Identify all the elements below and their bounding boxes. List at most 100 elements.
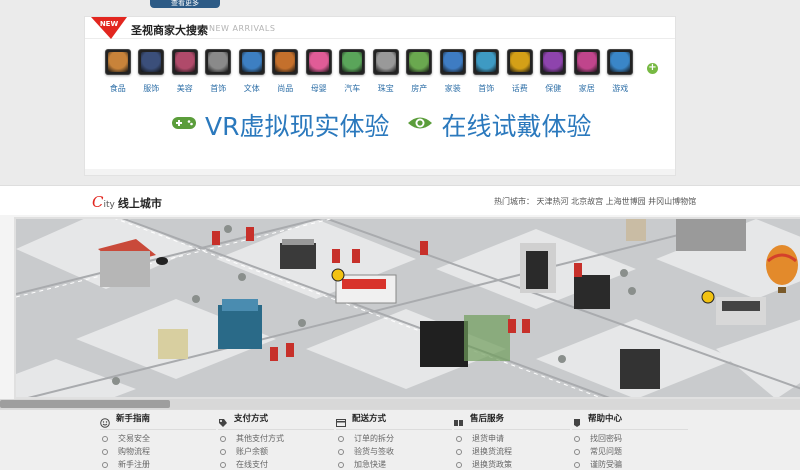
help-column-title: 帮助中心 [588,413,623,424]
globe-icon [473,49,500,75]
help-link[interactable]: 在线支付 [218,458,334,470]
help-link-label: 其他支付方式 [236,434,284,443]
help-link-label: 常见问题 [590,447,622,456]
jewelry-icon [205,49,232,75]
try-on-link[interactable]: 在线试戴体验 [407,107,592,143]
bullet-icon [220,448,226,455]
help-link-label: 退货申请 [472,434,504,443]
card-icon [336,413,346,427]
category-item[interactable]: 家装 [436,49,470,94]
search-title: 圣视商家大搜索 [131,24,208,37]
category-label: 尚品 [277,84,294,93]
merchant-search-panel: NEW 圣视商家大搜索 NEW ARRIVALS 食品 服饰 美容 首饰 文体 尚品 母婴 汽… [84,16,676,176]
category-item[interactable]: 房产 [403,49,437,94]
help-column: 支付方式其他支付方式 账户余额在线支付 [218,414,334,470]
city-name: 线上城市 [117,197,162,210]
category-item[interactable]: 游戏 [604,49,638,94]
bullet-icon [102,435,108,442]
globe-icon [439,49,466,75]
help-link[interactable]: 账户余额 [218,445,334,458]
map-scrollbar[interactable] [0,399,800,409]
help-link[interactable]: 其他支付方式 [218,432,334,445]
bullet-icon [220,435,226,442]
eye-icon [407,115,433,135]
clothing-icon [138,49,165,75]
category-item[interactable]: 保健 [537,49,571,94]
hot-cities[interactable]: 热门城市： 天津热河 北京故宫 上海世博园 井冈山博物馆 [494,196,696,207]
help-column-header[interactable]: 售后服务 [454,414,570,430]
cosmetics-icon [171,49,198,75]
food-icon [104,49,131,75]
help-link-label: 退换货流程 [472,447,512,456]
help-link-label: 在线支付 [236,460,268,469]
book-icon [238,49,265,75]
category-item[interactable]: 尚品 [269,49,303,94]
help-column-header[interactable]: 帮助中心 [572,413,688,430]
car-icon [339,49,366,75]
help-link-label: 退换货政策 [472,460,512,469]
help-link[interactable]: 常见问题 [572,445,688,458]
help-column-title: 支付方式 [234,413,269,424]
map-scrollbar-thumb[interactable] [0,400,170,408]
bullet-icon [338,461,344,468]
category-label: 母婴 [310,84,327,93]
help-column-header[interactable]: 支付方式 [218,414,334,430]
category-label: 汽车 [344,84,361,93]
city-c-letter: C [92,193,104,211]
help-column-header[interactable]: 新手指南 [100,414,216,430]
bullet-icon [456,448,462,455]
help-link-label: 账户余额 [236,447,268,456]
category-label: 美容 [176,84,193,93]
vr-experience-link[interactable]: VR虚拟现实体验 [171,107,389,143]
category-item[interactable]: 文体 [235,49,269,94]
bullet-icon [338,435,344,442]
category-label: 游戏 [612,84,629,93]
category-item[interactable]: 美容 [168,49,202,94]
help-link[interactable]: 退货申请 [454,432,570,445]
category-label: 首饰 [210,84,227,93]
bullet-icon [220,461,226,468]
view-more-button[interactable]: 查看更多 [150,0,220,8]
category-item[interactable]: 服饰 [135,49,169,94]
category-item[interactable]: 家居 [570,49,604,94]
help-link-label: 新手注册 [118,460,150,469]
help-column: 帮助中心找回密码常见问题谨防受骗 [572,413,688,470]
search-subtitle: NEW ARRIVALS [209,24,276,33]
feature-row: VR虚拟现实体验 在线试戴体验 [171,107,610,143]
help-column: 新手指南交易安全购物流程新手注册 [100,414,216,470]
help-link[interactable]: 找回密码 [572,432,688,445]
help-link[interactable]: 加急快递 [336,458,452,470]
help-link[interactable]: 退换货政策 [454,458,570,470]
help-link[interactable]: 订单的拆分 [336,432,452,445]
category-item[interactable]: 首饰 [470,49,504,94]
help-link[interactable]: 新手注册 [100,458,216,470]
category-label: 服饰 [143,84,160,93]
new-badge: NEW [91,15,127,39]
help-link[interactable]: 购物流程 [100,445,216,458]
category-label: 文体 [243,84,260,93]
help-link[interactable]: 验货与签收 [336,445,452,458]
help-link[interactable]: 谨防受骗 [572,458,688,470]
help-column-title: 新手指南 [116,413,151,424]
category-item[interactable]: 首饰 [202,49,236,94]
help-column-header[interactable]: 配送方式 [336,413,452,430]
panel-footer [85,169,675,175]
plus-icon[interactable]: + [647,63,658,74]
house-icon [406,49,433,75]
help-link[interactable]: 交易安全 [100,432,216,445]
help-link-label: 购物流程 [118,447,150,456]
help-icon [572,413,582,427]
vr-experience-label: VR虚拟现实体验 [205,112,390,141]
city-map[interactable] [0,215,800,399]
category-label: 家居 [578,84,595,93]
category-label: 家装 [444,84,461,93]
help-link[interactable]: 退换货流程 [454,445,570,458]
category-item[interactable]: 话费 [503,49,537,94]
category-item[interactable]: 汽车 [336,49,370,94]
category-item[interactable]: 食品 [101,49,135,94]
bullet-icon [102,448,108,455]
category-item[interactable]: 母婴 [302,49,336,94]
category-item[interactable]: 珠宝 [369,49,403,94]
stripes-icon [540,49,567,75]
city-map-frame[interactable] [14,217,800,399]
